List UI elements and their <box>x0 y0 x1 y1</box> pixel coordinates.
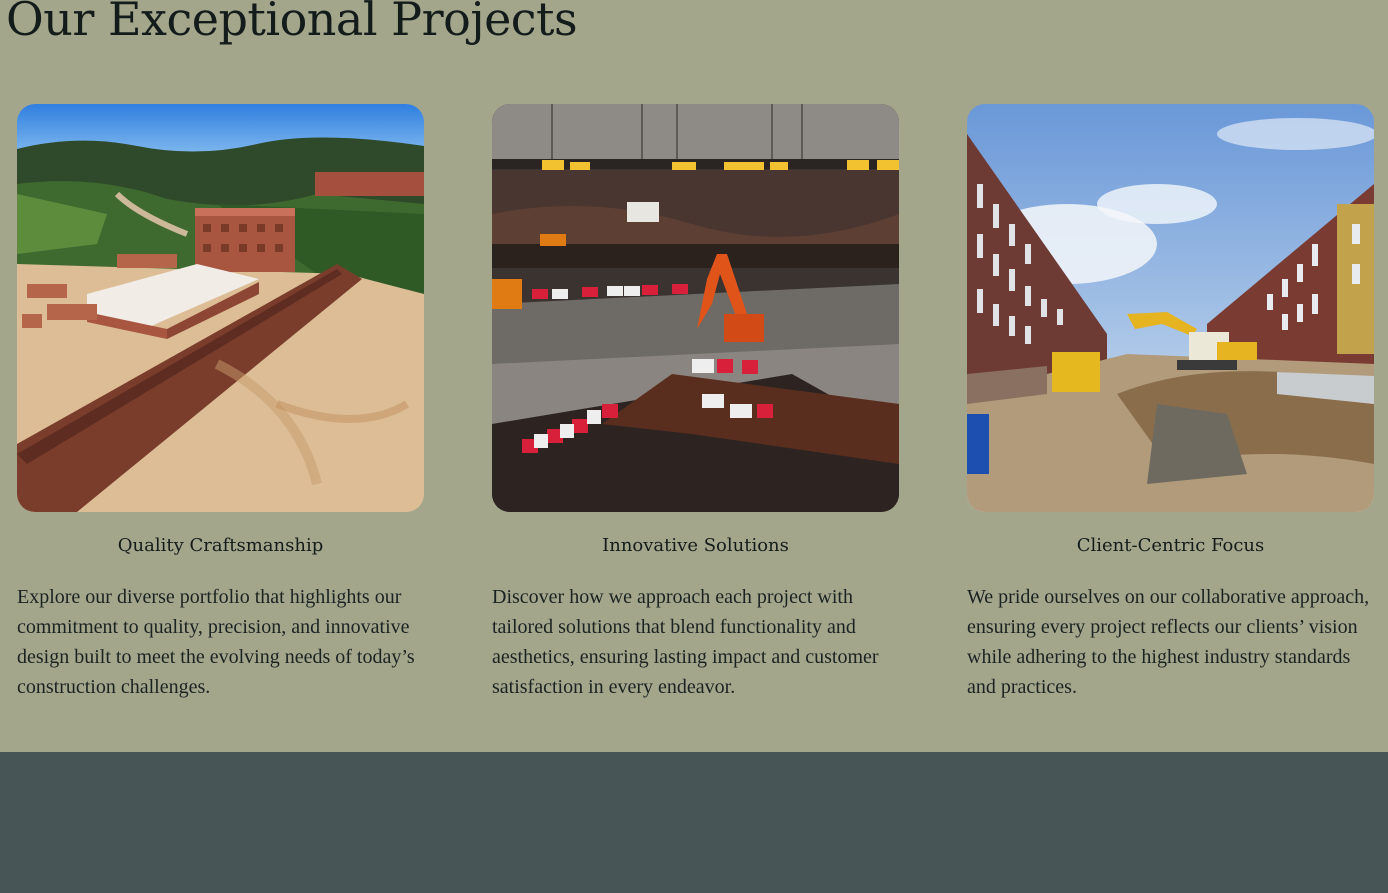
card-title: Innovative Solutions <box>602 535 789 556</box>
project-card-innovative: Innovative Solutions Discover how we app… <box>492 104 899 702</box>
footer-band <box>0 752 1388 893</box>
projects-section: Our Exceptional Projects Quality Craftsm… <box>0 0 1388 752</box>
project-card-client-centric: Client-Centric Focus We pride ourselves … <box>967 104 1374 702</box>
project-card-quality: Quality Craftsmanship Explore our divers… <box>17 104 424 702</box>
card-description: Discover how we approach each project wi… <box>492 586 879 698</box>
card-description: We pride ourselves on our collaborative … <box>967 586 1370 698</box>
project-image-excavation-site <box>492 104 899 512</box>
card-title: Quality Craftsmanship <box>117 535 324 556</box>
card-description: Explore our diverse portfolio that highl… <box>17 586 415 698</box>
card-title: Client-Centric Focus <box>1076 535 1265 556</box>
project-image-hillside-site <box>17 104 424 512</box>
project-image-street-excavation <box>967 104 1374 512</box>
section-title: Our Exceptional Projects <box>6 0 578 46</box>
